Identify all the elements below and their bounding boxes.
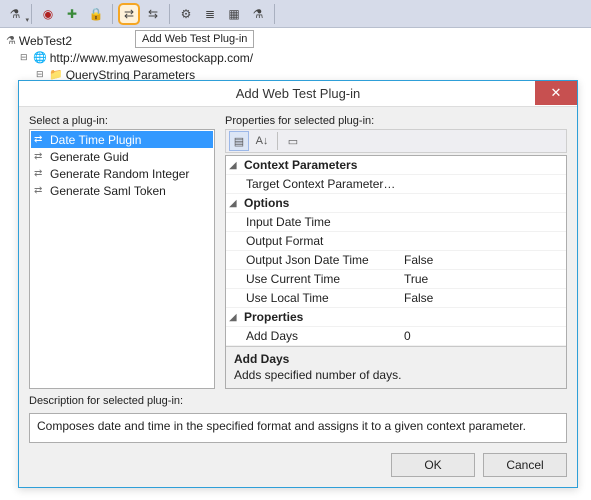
plugin-label: Date Time Plugin [50,133,141,147]
add-plugin-dialog: Add Web Test Plug-in ✕ Select a plug-in:… [18,80,578,488]
collapse-icon[interactable]: ◢ [226,312,240,323]
property-row[interactable]: Target Context Parameter Nam [226,175,566,194]
property-name: Use Current Time [226,272,398,286]
property-value[interactable]: False [398,291,566,305]
collapse-icon[interactable]: ◢ [226,160,240,171]
lock-button[interactable]: 🔒 [85,3,107,25]
property-row[interactable]: Use Local Time False [226,289,566,308]
plugin-icon: ⇄ [34,151,46,162]
globe-icon: 🌐 [33,51,47,64]
property-grid: ◢ Context Parameters Target Context Para… [225,155,567,389]
property-help-pane: Add Days Adds specified number of days. [226,346,566,388]
plugin-item-guid[interactable]: ⇄ Generate Guid [31,148,213,165]
toolbar-btn-d[interactable]: ⚗ [247,3,269,25]
property-toolbar: ▤ A↓ ▭ [225,129,567,153]
record-button[interactable]: ◉ [37,3,59,25]
help-title: Add Days [234,352,558,366]
separator [112,4,113,24]
property-value[interactable]: False [398,253,566,267]
property-value[interactable]: True [398,272,566,286]
tree-root-label: WebTest2 [19,34,72,48]
toolbar-btn-b[interactable]: ≣ [199,3,221,25]
tree-url-label: http://www.myawesomestockapp.com/ [50,51,253,65]
plugin-icon: ⇄ [34,185,46,196]
plugin-label: Generate Guid [50,150,129,164]
plugin-item-random-int[interactable]: ⇄ Generate Random Integer [31,165,213,182]
property-name: Use Local Time [226,291,398,305]
separator [274,4,275,24]
property-value[interactable]: 0 [398,329,566,343]
description-label: Description for selected plug-in: [29,395,567,407]
categorized-button[interactable]: ▤ [229,131,249,151]
plugin-label: Generate Random Integer [50,167,189,181]
property-row[interactable]: Use Current Time True [226,270,566,289]
plugin-listbox[interactable]: ⇄ Date Time Plugin ⇄ Generate Guid ⇄ Gen… [29,129,215,389]
alphabetical-button[interactable]: A↓ [252,131,272,151]
category-label: Options [240,196,412,210]
category-row[interactable]: ◢ Context Parameters [226,156,566,175]
toolbar-flask-dropdown[interactable]: ⚗▾ [4,3,26,25]
plugin-icon: ⇄ [34,168,46,179]
tooltip: Add Web Test Plug-in [135,30,254,48]
description-text: Composes date and time in the specified … [37,419,526,433]
plugin-label: Generate Saml Token [50,184,166,198]
tree-url-row[interactable]: ⊟ 🌐 http://www.myawesomestockapp.com/ [6,49,585,66]
close-icon: ✕ [551,85,562,101]
properties-label: Properties for selected plug-in: [225,115,567,127]
close-button[interactable]: ✕ [535,81,577,105]
dialog-title: Add Web Test Plug-in [236,86,361,101]
collapse-icon[interactable]: ◢ [226,198,240,209]
cancel-button[interactable]: Cancel [483,453,567,477]
property-pages-button[interactable]: ▭ [283,131,303,151]
dialog-buttons: OK Cancel [29,449,567,477]
category-row[interactable]: ◢ Properties [226,308,566,327]
property-name: Input Date Time [226,215,398,229]
add-request-plugin-button[interactable]: ⇆ [142,3,164,25]
description-box: Composes date and time in the specified … [29,413,567,443]
property-grid-scroll[interactable]: ◢ Context Parameters Target Context Para… [226,156,566,346]
add-item-button[interactable]: ✚ [61,3,83,25]
test-tree: ⚗ WebTest2 ⊟ 🌐 http://www.myawesomestock… [0,28,591,83]
separator [277,132,278,150]
category-label: Properties [240,310,412,324]
separator [31,4,32,24]
category-label: Context Parameters [240,158,412,172]
expander-icon[interactable]: ⊟ [36,69,46,80]
separator [169,4,170,24]
property-name: Output Json Date Time [226,253,398,267]
plugin-item-saml-token[interactable]: ⇄ Generate Saml Token [31,182,213,199]
toolbar-btn-a[interactable]: ⚙ [175,3,197,25]
select-plugin-label: Select a plug-in: [29,115,215,127]
category-row[interactable]: ◢ Options [226,194,566,213]
expander-icon[interactable]: ⊟ [20,52,30,63]
property-name: Target Context Parameter Nam [226,177,398,191]
property-name: Add Days [226,329,398,343]
property-row[interactable]: Add Days 0 [226,327,566,346]
toolbar: ⚗▾ ◉ ✚ 🔒 ⇄ ⇆ ⚙ ≣ ▦ ⚗ [0,0,591,28]
tree-root[interactable]: ⚗ WebTest2 [6,32,585,49]
add-web-test-plugin-button[interactable]: ⇄ [118,3,140,25]
property-row[interactable]: Output Json Date Time False [226,251,566,270]
property-name: Output Format [226,234,398,248]
property-row[interactable]: Input Date Time [226,213,566,232]
help-text: Adds specified number of days. [234,368,558,382]
ok-button[interactable]: OK [391,453,475,477]
plugin-icon: ⇄ [34,134,46,145]
property-row[interactable]: Output Format [226,232,566,251]
flask-icon: ⚗ [6,34,16,47]
dialog-titlebar: Add Web Test Plug-in ✕ [19,81,577,107]
plugin-item-date-time[interactable]: ⇄ Date Time Plugin [31,131,213,148]
toolbar-btn-c[interactable]: ▦ [223,3,245,25]
